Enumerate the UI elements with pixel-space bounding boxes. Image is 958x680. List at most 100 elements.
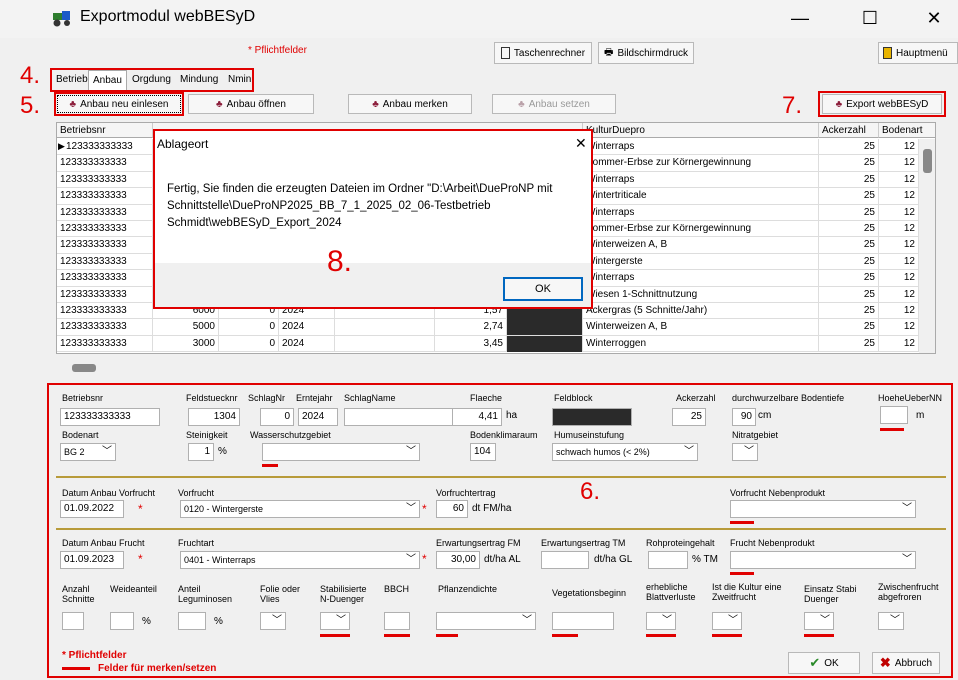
table-cell-bodenart[interactable]: 12 (879, 253, 919, 270)
maximize-button[interactable]: ☐ (846, 0, 894, 38)
bodenart-select[interactable]: BG 2 ﹀ (60, 443, 116, 461)
tab-orgdung[interactable]: Orgdung (128, 70, 175, 90)
schlagname-field[interactable] (344, 408, 454, 426)
table-cell-bodenart[interactable]: 12 (879, 204, 919, 221)
humus-select[interactable]: schwach humos (< 2%) ﹀ (552, 443, 698, 461)
flaeche-field[interactable]: 4,41 (452, 408, 502, 426)
table-cell-kultur[interactable]: Winterroggen (583, 335, 819, 352)
datum-frucht-field[interactable]: 01.09.2023 (60, 551, 124, 569)
leguminosen-field[interactable] (178, 612, 206, 630)
table-cell-ackerzahl[interactable]: 25 (819, 319, 879, 336)
table-cell[interactable] (335, 319, 435, 336)
vegetationsbeginn-field[interactable] (552, 612, 614, 630)
bodenklima-field[interactable]: 104 (470, 443, 496, 461)
tab-anbau[interactable]: Anbau (88, 70, 127, 90)
table-cell-betriebsnr[interactable]: 123333333333 (57, 319, 153, 336)
table-cell-bodenart[interactable]: 12 (879, 139, 919, 155)
table-cell-ackerzahl[interactable]: 25 (819, 286, 879, 303)
grid-horizontal-scroll-thumb[interactable] (72, 364, 96, 372)
table-cell-kultur[interactable]: Wiesen 1-Schnittnutzung (583, 286, 819, 303)
ok-button[interactable]: ✔ OK (788, 652, 860, 674)
anbau-merken-button[interactable]: ♣ Anbau merken (348, 94, 472, 114)
table-cell-bodenart[interactable]: 12 (879, 155, 919, 172)
zwischenfrucht-select[interactable]: ﹀ (878, 612, 904, 630)
table-cell-ackerzahl[interactable]: 25 (819, 221, 879, 237)
table-cell-kultur[interactable]: Winterraps (583, 204, 819, 221)
tab-betrieb[interactable]: Betrieb (52, 70, 92, 90)
table-cell-bodenart[interactable]: 12 (879, 270, 919, 287)
stabi-n-select[interactable]: ﹀ (320, 612, 350, 630)
table-cell-ackerzahl[interactable]: 25 (819, 139, 879, 155)
table-cell-c3[interactable]: 0 (219, 319, 279, 336)
table-cell-flaeche[interactable]: 2,74 (435, 319, 507, 336)
anbau-setzen-button[interactable]: ♣ Anbau setzen (492, 94, 616, 114)
table-row[interactable]: 123333333333 3000 0 2024 3,45 Winterroggen 25 1… (57, 335, 935, 353)
table-cell-betriebsnr[interactable]: 123333333333 (57, 221, 153, 237)
ackerzahl-field[interactable]: 25 (672, 408, 706, 426)
table-cell-c3[interactable]: 0 (219, 335, 279, 352)
table-cell-ackerzahl[interactable]: 25 (819, 155, 879, 172)
table-cell-betriebsnr[interactable]: 123333333333 (57, 303, 153, 319)
einsatz-stabi-select[interactable]: ﹀ (804, 612, 834, 630)
table-cell[interactable] (335, 335, 435, 352)
table-cell-bodenart[interactable]: 12 (879, 221, 919, 237)
table-cell-kultur[interactable]: Sommer-Erbse zur Körnergewinnung (583, 155, 819, 172)
table-cell-c4[interactable]: 2024 (279, 335, 335, 352)
frucht-neben-select[interactable]: ﹀ (730, 551, 916, 569)
anbau-neu-einlesen-button[interactable]: ♣ Anbau neu einlesen (57, 95, 181, 113)
tab-nmin[interactable]: Nmin (224, 70, 255, 90)
table-cell-c2[interactable]: 3000 (153, 335, 219, 352)
table-cell-bodenart[interactable]: 12 (879, 319, 919, 336)
feldstuecknr-field[interactable]: 1304 (188, 408, 240, 426)
table-row[interactable]: 123333333333 5000 0 2024 2,74 Winterweizen A,… (57, 319, 935, 336)
folie-select[interactable]: ﹀ (260, 612, 286, 630)
anzahl-schnitte-field[interactable] (62, 612, 84, 630)
hauptmenu-button[interactable]: Hauptmenü (878, 42, 958, 64)
table-cell-flaeche[interactable]: 3,45 (435, 335, 507, 352)
col-header-bodenart[interactable]: Bodenart (879, 123, 935, 138)
pflanzendichte-select[interactable]: ﹀ (436, 612, 536, 630)
table-cell-betriebsnr[interactable]: 123333333333 (57, 139, 153, 155)
table-cell-betriebsnr[interactable]: 123333333333 (57, 188, 153, 205)
table-cell-bodenart[interactable]: 12 (879, 188, 919, 205)
table-cell-kultur[interactable]: Wintertriticale (583, 188, 819, 205)
table-cell-ackerzahl[interactable]: 25 (819, 188, 879, 205)
col-header-ackerzahl[interactable]: Ackerzahl (819, 123, 879, 138)
zweitfrucht-select[interactable]: ﹀ (712, 612, 742, 630)
redacted-cell[interactable] (507, 335, 583, 352)
table-cell-c2[interactable]: 5000 (153, 319, 219, 336)
bildschirmdruck-button[interactable]: 🖶 Bildschirmdruck (598, 42, 694, 64)
minimize-button[interactable]: — (776, 0, 824, 38)
table-cell-ackerzahl[interactable]: 25 (819, 303, 879, 319)
scrollbar-thumb[interactable] (923, 149, 932, 173)
vorfrucht-select[interactable]: 0120 - Wintergerste ﹀ (180, 500, 420, 518)
table-cell-kultur[interactable]: Winterraps (583, 139, 819, 155)
steinigkeit-field[interactable]: 1 (188, 443, 214, 461)
table-cell-betriebsnr[interactable]: 123333333333 (57, 155, 153, 172)
fruchtart-select[interactable]: 0401 - Winterraps ﹀ (180, 551, 420, 569)
col-header-kultur[interactable]: KulturDuepro (583, 123, 819, 138)
vorfrucht-neben-select[interactable]: ﹀ (730, 500, 916, 518)
table-cell-betriebsnr[interactable]: 123333333333 (57, 204, 153, 221)
table-cell-ackerzahl[interactable]: 25 (819, 171, 879, 188)
table-cell-betriebsnr[interactable]: 123333333333 (57, 286, 153, 303)
col-header-betriebsnr[interactable]: Betriebsnr (57, 123, 153, 138)
vorfruchtertrag-field[interactable]: 60 (436, 500, 468, 518)
table-cell-ackerzahl[interactable]: 25 (819, 253, 879, 270)
table-cell-ackerzahl[interactable]: 25 (819, 335, 879, 352)
taschenrechner-button[interactable]: Taschenrechner (494, 42, 592, 64)
blattverluste-select[interactable]: ﹀ (646, 612, 676, 630)
table-cell-kultur[interactable]: Wintergerste (583, 253, 819, 270)
dialog-ok-button[interactable]: OK (503, 277, 583, 301)
weideanteil-field[interactable] (110, 612, 134, 630)
redacted-cell[interactable] (507, 319, 583, 336)
schlagnr-field[interactable]: 0 (260, 408, 294, 426)
table-cell-betriebsnr[interactable]: 123333333333 (57, 335, 153, 352)
table-cell-bodenart[interactable]: 12 (879, 335, 919, 352)
table-cell-bodenart[interactable]: 12 (879, 303, 919, 319)
rohprotein-field[interactable] (648, 551, 688, 569)
erntejahr-field[interactable]: 2024 (298, 408, 338, 426)
bodentiefe-field[interactable]: 90 (732, 408, 756, 426)
betriebsnr-field[interactable]: 123333333333 (60, 408, 160, 426)
hoehe-field[interactable] (880, 406, 908, 424)
